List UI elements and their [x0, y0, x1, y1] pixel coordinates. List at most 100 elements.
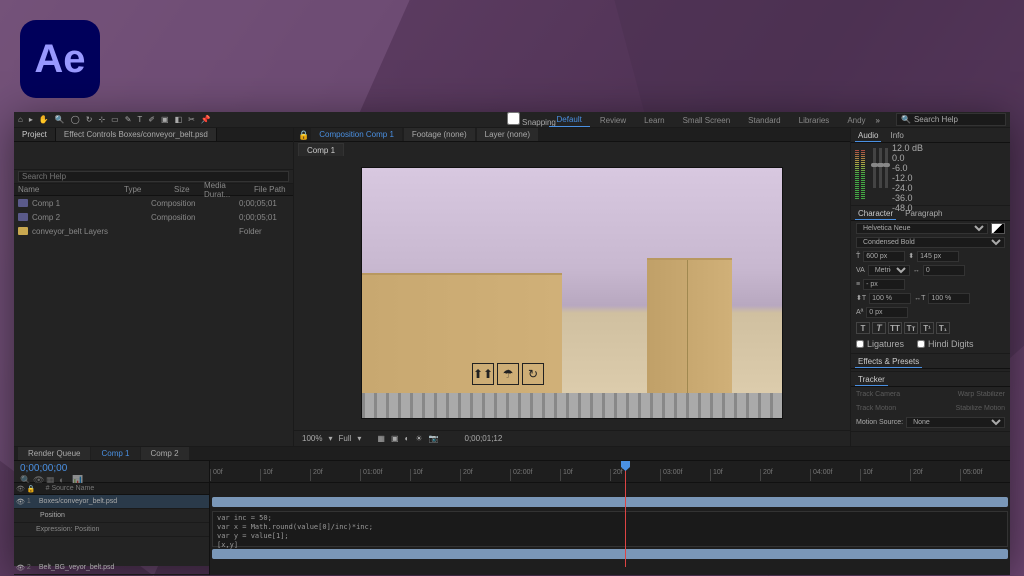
- canvas: ⬆⬆ ☂ ↻: [362, 168, 782, 418]
- col-file[interactable]: File Path: [254, 185, 289, 194]
- workspace-standard[interactable]: Standard: [740, 114, 788, 127]
- italic-button[interactable]: T: [872, 322, 886, 334]
- chevron-down-icon[interactable]: ▾: [328, 434, 332, 443]
- clone-tool-icon[interactable]: ▣: [161, 115, 169, 124]
- snapshot-icon[interactable]: 📷: [429, 434, 439, 443]
- info-tab[interactable]: Info: [887, 130, 906, 142]
- anchor-tool-icon[interactable]: ⊹: [98, 115, 105, 124]
- col-type[interactable]: Type: [124, 185, 174, 194]
- snapping-toggle[interactable]: [507, 112, 520, 125]
- roto-tool-icon[interactable]: ✂: [188, 115, 195, 124]
- render-queue-tab[interactable]: Render Queue: [18, 447, 90, 460]
- workspace-libraries[interactable]: Libraries: [791, 114, 838, 127]
- audio-slider[interactable]: [885, 148, 888, 188]
- tracker-tab[interactable]: Tracker: [855, 374, 888, 386]
- layer-row[interactable]: 👁1Boxes/conveyor_belt.psd: [14, 495, 209, 509]
- rotate-tool-icon[interactable]: ↻: [86, 115, 93, 124]
- playhead[interactable]: [625, 461, 626, 567]
- color-swatch[interactable]: [991, 223, 1005, 234]
- vscale-input[interactable]: [869, 293, 911, 304]
- stabilize-button[interactable]: Stabilize Motion: [956, 405, 1005, 412]
- rect-tool-icon[interactable]: ▭: [111, 115, 119, 124]
- text-tool-icon[interactable]: T: [137, 115, 142, 124]
- leading-input[interactable]: [917, 251, 959, 262]
- project-item[interactable]: Comp 1 Composition 0;00;05;01: [14, 196, 293, 210]
- home-icon[interactable]: ⌂: [18, 115, 23, 124]
- warp-button[interactable]: Warp Stabilizer: [958, 391, 1005, 398]
- font-select[interactable]: Helvetica Neue: [856, 223, 988, 234]
- track-motion-button[interactable]: Track Motion: [856, 405, 896, 412]
- eraser-tool-icon[interactable]: ◧: [175, 115, 183, 124]
- orbit-tool-icon[interactable]: ◯: [71, 115, 80, 124]
- exposure-icon[interactable]: ☀: [415, 434, 422, 443]
- baseline-input[interactable]: [866, 307, 908, 318]
- timeline-comp-tab[interactable]: Comp 2: [141, 447, 189, 460]
- col-name[interactable]: Name: [18, 185, 118, 194]
- subscript-button[interactable]: T₁: [936, 322, 950, 334]
- hindi-toggle[interactable]: [917, 340, 925, 348]
- effects-tab[interactable]: Effects & Presets: [855, 356, 922, 368]
- audio-slider[interactable]: [873, 148, 876, 188]
- hscale-input[interactable]: [928, 293, 970, 304]
- paragraph-tab[interactable]: Paragraph: [902, 208, 945, 220]
- project-tab[interactable]: Project: [14, 128, 56, 141]
- comp-subtab[interactable]: Comp 1: [298, 143, 344, 156]
- ligatures-toggle[interactable]: [856, 340, 864, 348]
- audio-slider[interactable]: [879, 148, 882, 188]
- layer-bar[interactable]: [212, 497, 1008, 507]
- timeline-tracks[interactable]: var inc = 50; var x = Math.round(value[0…: [210, 483, 1010, 575]
- selection-tool-icon[interactable]: ▸: [29, 115, 33, 124]
- comp-tab[interactable]: Composition Comp 1: [311, 128, 402, 141]
- layer-bar[interactable]: [212, 549, 1008, 559]
- timeline-ruler[interactable]: 00f 10f 20f 01:00f 10f 20f 02:00f 10f 20…: [210, 461, 1010, 482]
- character-tab[interactable]: Character: [855, 208, 896, 220]
- timeline-comp-tab[interactable]: Comp 1: [91, 447, 139, 460]
- superscript-button[interactable]: T¹: [920, 322, 934, 334]
- mask-icon[interactable]: ▣: [391, 434, 399, 443]
- project-item[interactable]: Comp 2 Composition 0;00;05;01: [14, 210, 293, 224]
- stroke-input[interactable]: [863, 279, 905, 290]
- viewer[interactable]: ⬆⬆ ☂ ↻: [294, 156, 850, 430]
- hand-tool-icon[interactable]: ✋: [39, 115, 49, 124]
- audio-tab[interactable]: Audio: [855, 130, 881, 142]
- timecode-display[interactable]: 0;00;01;12: [465, 434, 503, 443]
- caps-button[interactable]: TT: [888, 322, 902, 334]
- col-size[interactable]: Size: [174, 185, 204, 194]
- grid-icon[interactable]: ▦: [377, 434, 385, 443]
- smallcaps-button[interactable]: Tᴛ: [904, 322, 918, 334]
- ruler-mark: 10f: [710, 469, 760, 481]
- motion-source-select[interactable]: None: [906, 417, 1005, 428]
- footage-tab[interactable]: Footage (none): [404, 128, 475, 141]
- workspace-learn[interactable]: Learn: [636, 114, 672, 127]
- tracking-input[interactable]: [923, 265, 965, 276]
- zoom-tool-icon[interactable]: 🔍: [55, 115, 65, 124]
- channel-icon[interactable]: ◐: [405, 434, 410, 443]
- zoom-value[interactable]: 100%: [302, 434, 322, 443]
- project-item[interactable]: conveyor_belt Layers Folder: [14, 224, 293, 238]
- quality-value[interactable]: Full: [338, 434, 351, 443]
- effect-controls-tab[interactable]: Effect Controls Boxes/conveyor_belt.psd: [56, 128, 217, 141]
- search-box[interactable]: 🔍 Search Help: [896, 113, 1006, 126]
- layer-expression[interactable]: Expression: Position: [14, 523, 209, 537]
- layer-tab[interactable]: Layer (none): [477, 128, 538, 141]
- track-camera-button[interactable]: Track Camera: [856, 391, 900, 398]
- expression-editor[interactable]: var inc = 50; var x = Math.round(value[0…: [212, 511, 1008, 547]
- brush-tool-icon[interactable]: ✐: [148, 115, 155, 124]
- font-style-select[interactable]: Condensed Bold: [856, 237, 1005, 248]
- workspace-andy[interactable]: Andy: [839, 114, 873, 127]
- workspace-default[interactable]: Default: [549, 113, 590, 127]
- kerning-select[interactable]: Metrics: [868, 265, 910, 276]
- pen-tool-icon[interactable]: ✎: [125, 115, 132, 124]
- ruler-mark: 20f: [610, 469, 660, 481]
- layer-property[interactable]: Position: [14, 509, 209, 523]
- layer-row[interactable]: 👁2Belt_BG_veyor_belt.psd: [14, 561, 209, 575]
- timecode-input[interactable]: 0;00;00;00: [20, 463, 203, 474]
- font-size-input[interactable]: [863, 251, 905, 262]
- workspace-small[interactable]: Small Screen: [675, 114, 739, 127]
- workspace-more-icon[interactable]: »: [876, 116, 880, 125]
- chevron-down-icon[interactable]: ▾: [357, 434, 361, 443]
- lock-icon[interactable]: 🔒: [298, 130, 309, 141]
- bold-button[interactable]: T: [856, 322, 870, 334]
- workspace-review[interactable]: Review: [592, 114, 634, 127]
- puppet-tool-icon[interactable]: 📌: [201, 115, 211, 124]
